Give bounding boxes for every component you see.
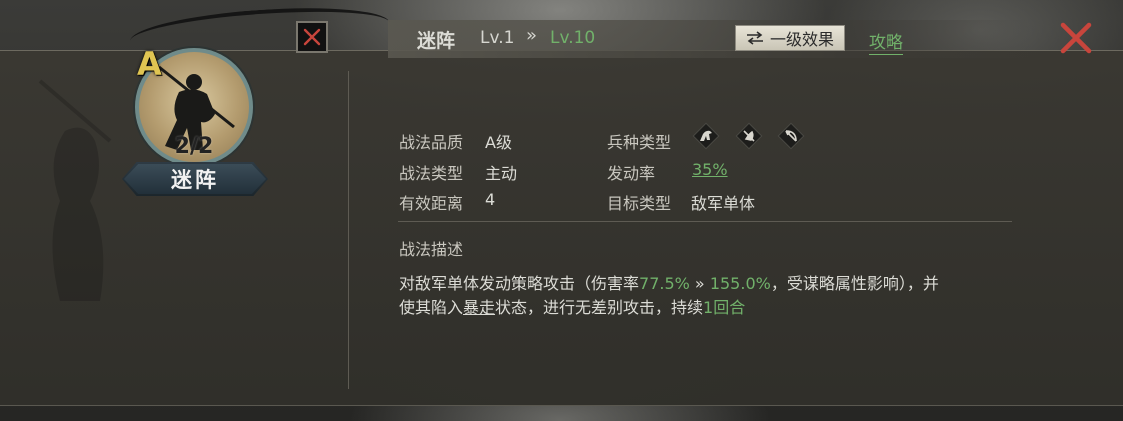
skill-type-value: 主动 [485,164,518,183]
desc-text-1: 对敌军单体发动策略攻击（伤害率 [399,274,640,293]
shield-icon [734,121,764,151]
skill-count: 2/2 [174,134,214,159]
skill-name-plate: 迷阵 [122,162,268,196]
skill-description: 对敌军单体发动策略攻击（伤害率77.5% » 155.0%，受谋略属性影响），并… [399,272,1019,320]
desc-text-3: 使其陷入 [399,298,464,317]
bow-icon [776,121,806,151]
effect-level-button[interactable]: 一级效果 [735,25,845,51]
skill-type-label: 战法类型 [399,164,464,183]
target-type-label: 目标类型 [607,194,672,213]
section-separator [398,221,1012,222]
desc-text-4: 状态，进行无差别攻击，持续 [495,298,704,317]
level-from: Lv.1 [480,28,515,48]
quality-label: 战法品质 [399,133,464,152]
skill-name-label: 迷阵 [171,168,219,192]
desc-arrow: » [689,274,710,293]
swap-arrows-icon [746,31,763,45]
panel-divider [348,71,349,389]
level-arrow: » [526,25,538,46]
description-title: 战法描述 [399,240,464,259]
range-value: 4 [485,190,496,209]
desc-text-2: ，受谋略属性影响），并 [770,274,939,293]
soldier-silhouette [38,79,112,301]
trigger-rate-value[interactable]: 35% [692,160,728,179]
close-icon [303,28,321,46]
range-label: 有效距离 [399,194,464,213]
trigger-rate-label: 发动率 [607,164,656,183]
troop-type-label: 兵种类型 [607,133,672,152]
cavalry-icon [691,121,721,151]
close-button[interactable] [1058,20,1094,56]
target-type-value: 敌军单体 [691,194,756,213]
skill-grade-letter: A [137,45,162,83]
skill-title: 迷阵 [417,30,456,52]
close-icon [1060,22,1092,54]
quality-value: A级 [485,133,512,152]
strategy-link[interactable]: 攻略 [869,28,903,55]
damage-rate-to: 155.0% [709,274,771,293]
status-keyword[interactable]: 暴走 [463,298,495,317]
small-close-button[interactable] [296,21,328,53]
level-to: Lv.10 [550,28,596,48]
damage-rate-from: 77.5% [639,274,690,293]
effect-level-label: 一级效果 [769,30,834,49]
duration-value: 1回合 [703,298,746,317]
